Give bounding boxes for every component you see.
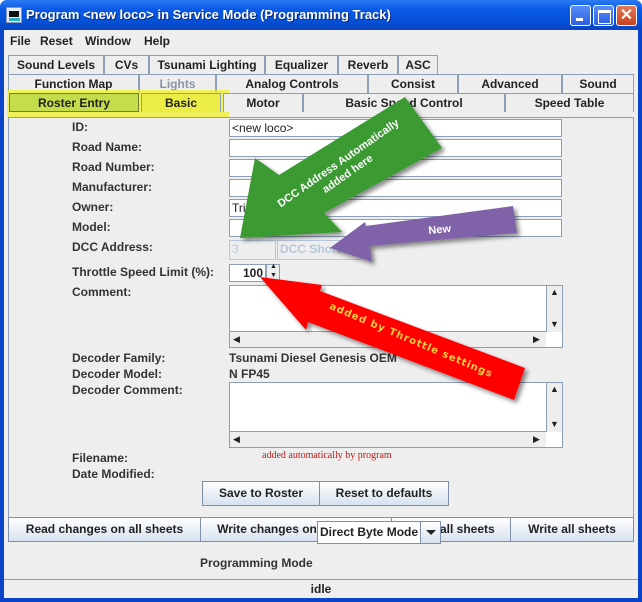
window-client: File Reset Window Help Sound Levels CVs … [4, 30, 638, 598]
scroll-down-icon[interactable]: ▼ [550, 419, 559, 429]
window-title: Program <new loco> in Service Mode (Prog… [26, 7, 391, 22]
tab-tsunami-lighting[interactable]: Tsunami Lighting [149, 55, 265, 74]
road-name-label: Road Name: [72, 140, 143, 154]
tab-sound-levels[interactable]: Sound Levels [8, 55, 104, 74]
id-label: ID: [72, 120, 88, 134]
dcc-address-label: DCC Address: [72, 240, 153, 254]
close-icon: ✕ [619, 7, 634, 24]
road-number-label: Road Number: [72, 160, 155, 174]
filename-label: Filename: [72, 451, 129, 465]
program-window: Program <new loco> in Service Mode (Prog… [0, 0, 642, 602]
scroll-up-icon[interactable]: ▲ [550, 384, 559, 394]
scroll-down-icon[interactable]: ▼ [550, 319, 559, 329]
comment-label: Comment: [72, 285, 132, 299]
scroll-right-icon[interactable]: ▶ [533, 334, 540, 345]
menu-help[interactable]: Help [144, 34, 170, 48]
id-field[interactable]: <new loco> [229, 119, 562, 137]
dropdown-arrow-icon[interactable] [420, 522, 440, 543]
filename-annotation-note: added automatically by program [262, 450, 392, 461]
tab-advanced[interactable]: Advanced [458, 74, 562, 93]
spinner-down-icon[interactable]: ▼ [270, 272, 277, 279]
tab-motor[interactable]: Motor [223, 93, 303, 112]
tab-basic[interactable]: Basic [141, 93, 221, 112]
programming-mode-select[interactable]: Direct Byte Mode [317, 521, 441, 544]
read-changes-button[interactable]: Read changes on all sheets [8, 517, 201, 542]
reset-to-defaults-button[interactable]: Reset to defaults [319, 481, 449, 506]
programming-mode-label: Programming Mode [200, 556, 313, 570]
decoder-family-label: Decoder Family: [72, 351, 166, 365]
throttle-speed-limit-label: Throttle Speed Limit (%): [72, 265, 214, 279]
model-label: Model: [72, 220, 111, 234]
decoder-family-value: Tsunami Diesel Genesis OEM [229, 351, 397, 365]
programming-mode-value: Direct Byte Mode [320, 525, 419, 539]
tab-speed-table[interactable]: Speed Table [505, 93, 634, 112]
status-bar: idle [4, 579, 638, 598]
menu-file[interactable]: File [10, 34, 31, 48]
menu-reset[interactable]: Reset [40, 34, 73, 48]
throttle-speed-limit-field[interactable]: 100 [229, 264, 266, 282]
road-number-field[interactable] [229, 159, 562, 177]
owner-field[interactable]: Trip [229, 199, 562, 217]
tab-consist[interactable]: Consist [368, 74, 458, 93]
comment-vertical-scrollbar[interactable]: ▲ ▼ [546, 286, 562, 332]
manufacturer-label: Manufacturer: [72, 180, 153, 194]
manufacturer-field[interactable] [229, 179, 562, 197]
date-modified-label: Date Modified: [72, 467, 155, 481]
scroll-right-icon[interactable]: ▶ [533, 434, 540, 445]
decoder-model-label: Decoder Model: [72, 367, 163, 381]
title-bar[interactable]: Program <new loco> in Service Mode (Prog… [0, 0, 642, 30]
tab-analog-controls[interactable]: Analog Controls [216, 74, 368, 93]
decoder-model-value: N FP45 [229, 367, 270, 381]
model-field[interactable] [229, 219, 562, 237]
write-all-sheets-button[interactable]: Write all sheets [510, 517, 634, 542]
maximize-button[interactable] [593, 5, 614, 26]
dcc-address-type-field[interactable]: DCC Short [277, 240, 361, 260]
comment-horizontal-scrollbar[interactable]: ◀ ▶ [230, 331, 546, 347]
tab-reverb[interactable]: Reverb [338, 55, 398, 74]
decoder-comment-vertical-scrollbar[interactable]: ▲ ▼ [546, 383, 562, 432]
owner-label: Owner: [72, 200, 114, 214]
tab-roster-entry[interactable]: Roster Entry [9, 93, 139, 112]
save-to-roster-button[interactable]: Save to Roster [202, 481, 320, 506]
scroll-up-icon[interactable]: ▲ [550, 287, 559, 297]
locomotive-app-icon [6, 7, 22, 23]
comment-textarea[interactable]: ▲ ▼ ◀ ▶ [229, 285, 563, 348]
spinner-up-icon[interactable]: ▲ [270, 263, 277, 270]
decoder-comment-textarea[interactable]: ▲ ▼ ◀ ▶ [229, 382, 563, 448]
decoder-comment-label: Decoder Comment: [72, 383, 183, 397]
scroll-left-icon[interactable]: ◀ [233, 334, 240, 345]
tab-cvs[interactable]: CVs [104, 55, 149, 74]
tab-sound[interactable]: Sound [562, 74, 634, 93]
throttle-spinner[interactable]: ▲ ▼ [266, 263, 280, 282]
roster-entry-panel: ID: <new loco> Road Name: Road Number: M… [8, 117, 634, 537]
tab-equalizer[interactable]: Equalizer [265, 55, 338, 74]
road-name-field[interactable] [229, 139, 562, 157]
tab-basic-speed-control[interactable]: Basic Speed Control [303, 93, 505, 112]
menu-window[interactable]: Window [85, 34, 131, 48]
tab-asc[interactable]: ASC [398, 55, 438, 74]
menu-bar: File Reset Window Help [4, 30, 638, 52]
scroll-left-icon[interactable]: ◀ [233, 434, 240, 445]
close-button[interactable]: ✕ [616, 5, 637, 26]
dcc-address-field[interactable]: 3 [229, 240, 276, 260]
minimize-button[interactable] [570, 5, 591, 26]
decoder-comment-horizontal-scrollbar[interactable]: ◀ ▶ [230, 431, 546, 447]
